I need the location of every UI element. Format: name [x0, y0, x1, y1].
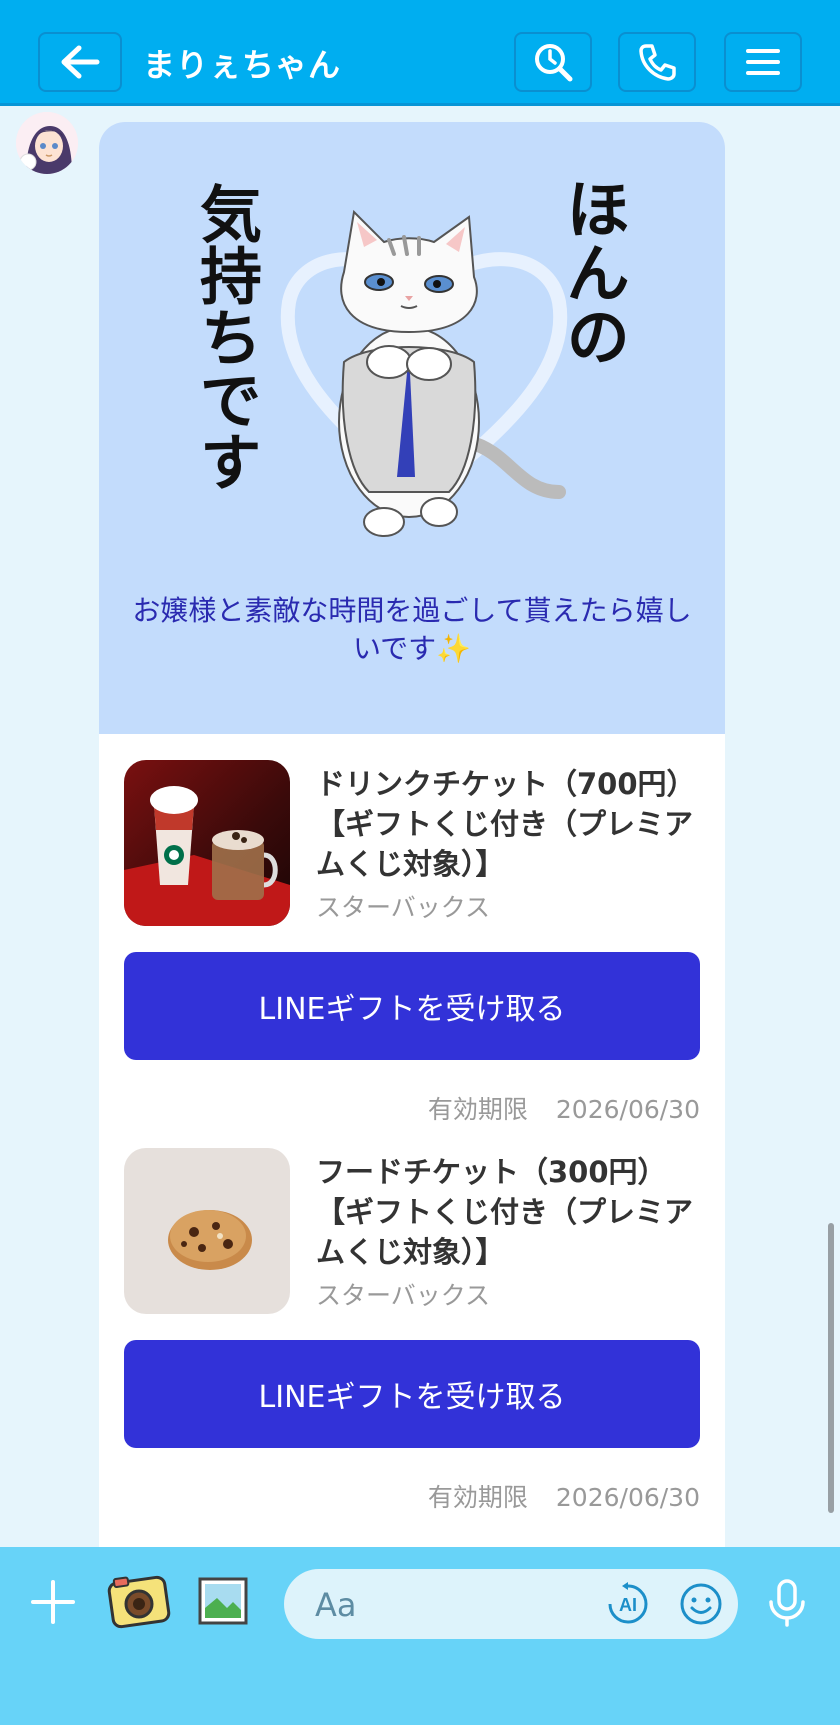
sticker-text-left: 気持ちです: [189, 182, 262, 492]
phone-icon: [639, 44, 676, 81]
gift-expiry: 有効期限 2026/06/30: [428, 1478, 700, 1514]
scrollbar[interactable]: [828, 1223, 834, 1513]
image-button[interactable]: [196, 1573, 250, 1629]
expiry-label: 有効期限: [427, 1095, 528, 1124]
mic-icon: [769, 1579, 805, 1627]
emoji-icon: [680, 1583, 722, 1625]
emoji-button[interactable]: [678, 1581, 724, 1627]
gift-message-card: ほんの 気持ちです お嬢様と素敵な時間を過ごして貰えたら嬉しいです✨ ドリンクチ…: [99, 122, 725, 1562]
image-icon: [198, 1577, 248, 1625]
gift-thumbnail-food[interactable]: [124, 1148, 290, 1314]
sticker-area: ほんの 気持ちです お嬢様と素敵な時間を過ごして貰えたら嬉しいです✨: [99, 122, 725, 734]
gift-thumbnail-drink[interactable]: [124, 760, 290, 926]
expiry-date: 2026/06/30: [555, 1095, 700, 1124]
gift-brand: スターバックス: [316, 1281, 491, 1310]
expiry-label: 有効期限: [427, 1483, 528, 1512]
gift-brand: スターバックス: [316, 893, 491, 922]
plus-icon: [31, 1580, 75, 1624]
expiry-date: 2026/06/30: [555, 1483, 700, 1512]
menu-button[interactable]: [724, 32, 802, 92]
search-icon: [535, 44, 573, 82]
gift-name: ドリンクチケット（700円）【ギフトくじ付き（プレミアムくじ対象）】: [316, 767, 696, 881]
ai-icon: AI: [608, 1582, 648, 1624]
add-button[interactable]: [28, 1577, 78, 1627]
chat-title: まりぇちゃん: [143, 46, 342, 84]
gift-name: フードチケット（300円）【ギフトくじ付き（プレミアムくじ対象）】: [316, 1155, 694, 1269]
ai-label: AI: [619, 1595, 637, 1615]
menu-icon: [746, 49, 780, 75]
ai-button[interactable]: AI: [604, 1579, 652, 1629]
message-text: お嬢様と素敵な時間を過ごして貰えたら嬉しいです✨: [132, 594, 692, 665]
cat-sticker[interactable]: [269, 192, 579, 562]
message-input-placeholder: Aa: [315, 1586, 357, 1624]
sticker-text-right: ほんの: [555, 176, 630, 368]
chat-header: まりぇちゃん: [0, 0, 840, 106]
message-input[interactable]: Aa AI: [284, 1569, 738, 1639]
camera-button[interactable]: [106, 1569, 172, 1631]
arrow-left-icon: [61, 45, 100, 79]
camera-icon: [107, 1575, 171, 1629]
mic-button[interactable]: [762, 1577, 812, 1629]
receive-gift-button[interactable]: LINEギフトを受け取る: [124, 1340, 700, 1448]
input-bar: Aa AI: [0, 1547, 840, 1725]
receive-gift-button[interactable]: LINEギフトを受け取る: [124, 952, 700, 1060]
gift-expiry: 有効期限 2026/06/30: [428, 1090, 700, 1126]
avatar[interactable]: [16, 112, 78, 174]
search-button[interactable]: [514, 32, 592, 92]
call-button[interactable]: [618, 32, 696, 92]
back-button[interactable]: [38, 32, 122, 92]
